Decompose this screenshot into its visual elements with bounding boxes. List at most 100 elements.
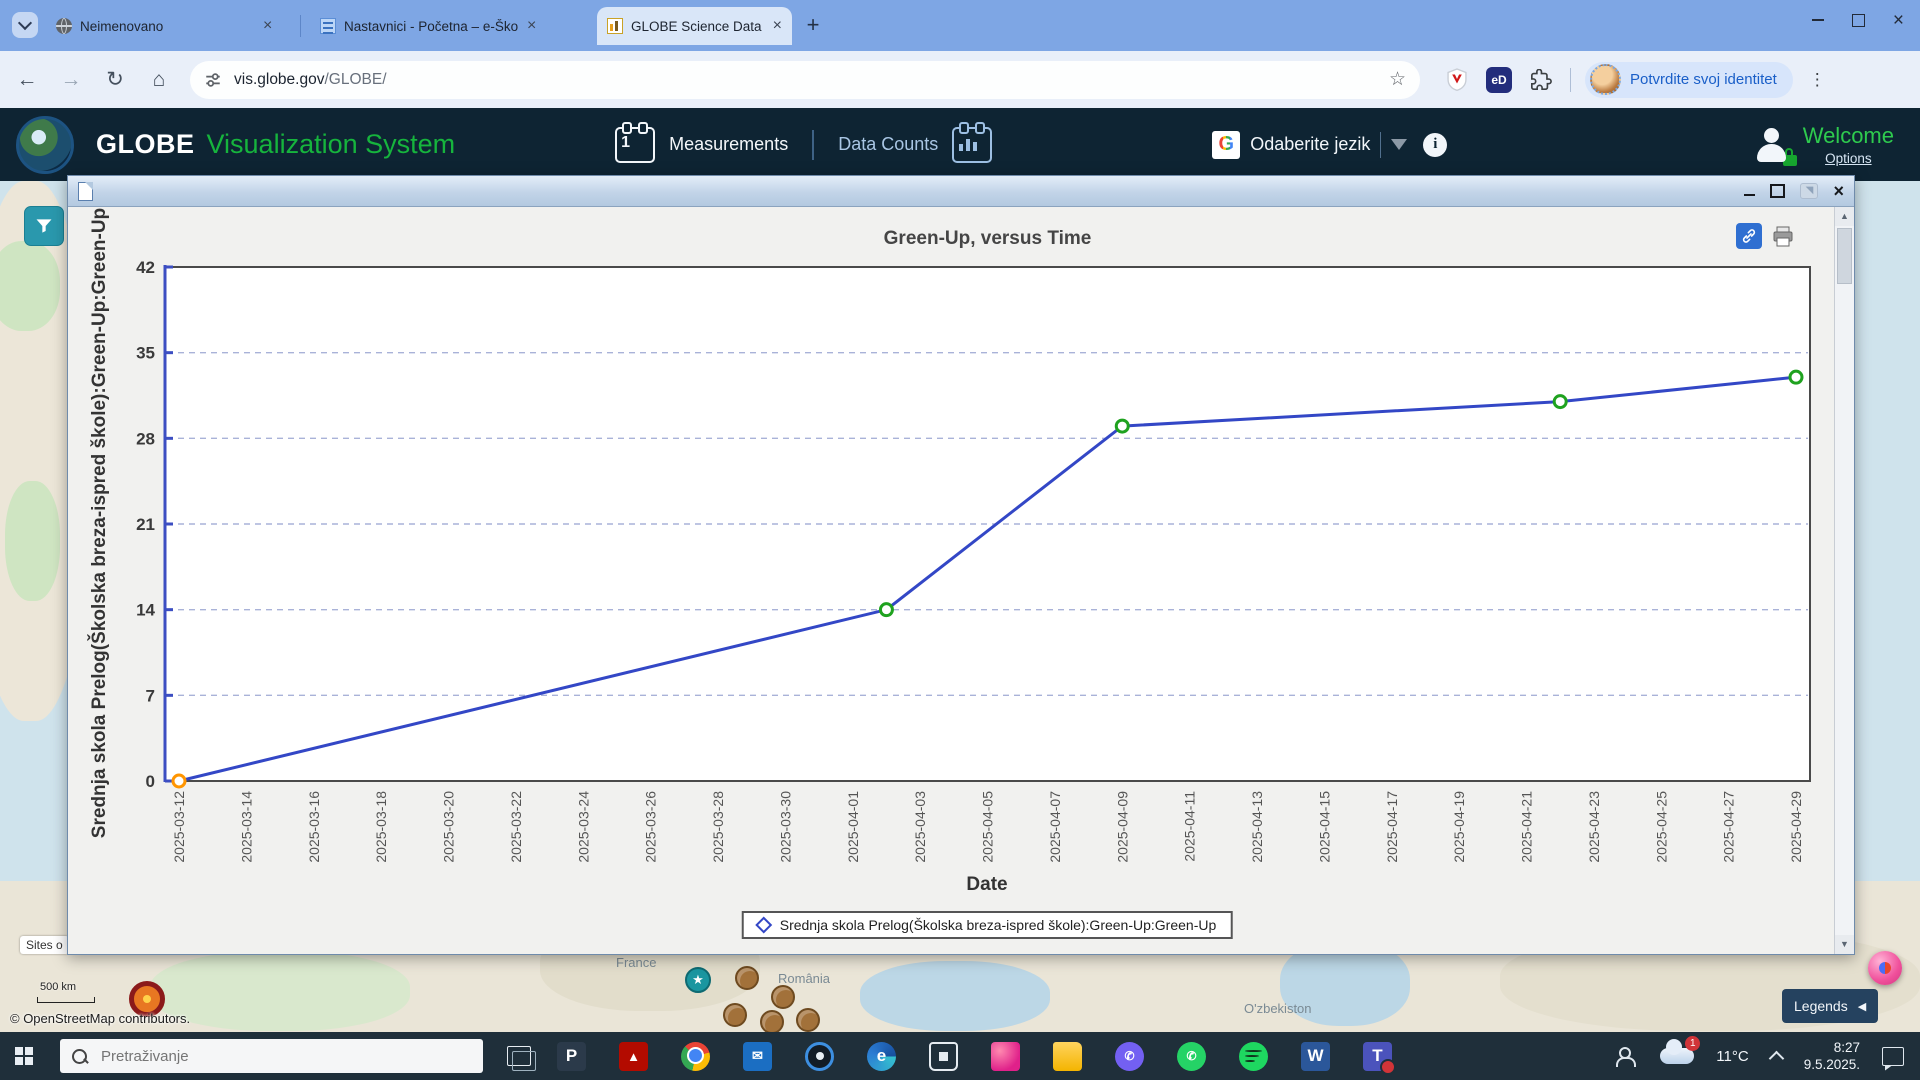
x-axis-label: Date: [966, 874, 1007, 896]
scrollbar-thumb[interactable]: [1837, 228, 1852, 284]
x-tick-label: 2025-03-24: [575, 791, 591, 863]
x-tick-label: 2025-04-09: [1114, 791, 1130, 863]
tab-globe-vis-active[interactable]: GLOBE Science Data Visualizatio ×: [597, 7, 792, 45]
window-minimize-icon[interactable]: [1744, 194, 1755, 197]
window-scrollbar[interactable]: ▲ ▼: [1834, 207, 1854, 954]
chart-plot: 0714212835422025-03-122025-03-142025-03-…: [68, 207, 1836, 955]
x-tick-label: 2025-03-16: [306, 791, 322, 863]
user-unlocked-icon[interactable]: [1755, 128, 1789, 162]
new-tab-button[interactable]: +: [800, 13, 826, 39]
word-icon[interactable]: W: [1301, 1042, 1330, 1071]
options-link[interactable]: Options: [1803, 151, 1894, 166]
reload-button[interactable]: ↻: [98, 63, 132, 97]
tray-expand-icon[interactable]: [1768, 1050, 1784, 1066]
windows-logo-icon: [15, 1047, 33, 1065]
window-maximize-icon[interactable]: [1770, 184, 1785, 198]
maximize-icon[interactable]: [1852, 14, 1865, 27]
data-counts-calendar-icon[interactable]: [952, 127, 992, 163]
map-cluster-marker[interactable]: [735, 966, 759, 990]
browser-menu-icon[interactable]: ⋮: [1809, 70, 1826, 90]
temperature-label[interactable]: 11°C: [1716, 1048, 1748, 1065]
teams-icon[interactable]: T: [1363, 1042, 1392, 1071]
weather-cloud-icon[interactable]: 1: [1660, 1048, 1694, 1064]
search-input[interactable]: [99, 1047, 443, 1066]
media-player-icon[interactable]: [805, 1042, 834, 1071]
whatsapp-icon[interactable]: ✆: [1177, 1042, 1206, 1071]
assistant-fab-icon[interactable]: [1868, 951, 1902, 985]
data-point-marker[interactable]: [1554, 396, 1566, 408]
globe-logo[interactable]: [16, 116, 74, 174]
language-selector[interactable]: G Odaberite jezik i: [1212, 131, 1447, 159]
mail-icon[interactable]: ✉: [743, 1042, 772, 1071]
file-explorer-icon[interactable]: [1053, 1042, 1082, 1071]
map-cluster-star-marker[interactable]: ★: [685, 967, 711, 993]
bookmark-star-icon[interactable]: ☆: [1389, 68, 1406, 91]
spotify-icon[interactable]: [1239, 1042, 1268, 1071]
profile-label: Potvrdite svoj identitet: [1630, 71, 1777, 88]
data-point-marker[interactable]: [880, 604, 892, 616]
map-cluster-marker[interactable]: [723, 1003, 747, 1027]
y-tick-label: 14: [136, 601, 155, 620]
nav-data-counts[interactable]: Data Counts: [838, 134, 938, 155]
minimize-icon[interactable]: [1812, 19, 1824, 21]
tab-close-icon[interactable]: ×: [527, 18, 536, 34]
welcome-label: Welcome: [1803, 123, 1894, 149]
tab-close-icon[interactable]: ×: [773, 18, 782, 34]
edge-icon[interactable]: e: [867, 1042, 896, 1071]
action-center-icon[interactable]: [1882, 1047, 1904, 1066]
globe-nav: 1 Measurements Data Counts: [615, 127, 992, 163]
close-icon[interactable]: ×: [1893, 11, 1904, 30]
tab-eskole[interactable]: Nastavnici - Početna – e-Škole ×: [310, 7, 590, 45]
data-point-marker[interactable]: [173, 775, 185, 787]
scroll-up-icon[interactable]: ▲: [1835, 207, 1854, 226]
tab-neimenovano[interactable]: Neimenovano ×: [46, 7, 291, 45]
clock[interactable]: 8:27 9.5.2025.: [1804, 1039, 1860, 1073]
x-tick-label: 2025-04-07: [1047, 791, 1063, 863]
start-button[interactable]: [0, 1032, 48, 1080]
home-button[interactable]: ⌂: [142, 63, 176, 97]
window-close-icon[interactable]: ×: [1833, 183, 1844, 199]
map-cluster-marker[interactable]: [796, 1008, 820, 1032]
map-cluster-marker[interactable]: [771, 985, 795, 1009]
forward-button[interactable]: →: [54, 63, 88, 97]
weather-badge: 1: [1685, 1036, 1700, 1051]
data-point-marker[interactable]: [1116, 420, 1128, 432]
chart-window-titlebar[interactable]: ◥ ×: [68, 176, 1854, 207]
info-icon[interactable]: i: [1423, 133, 1447, 157]
photos-icon[interactable]: [991, 1042, 1020, 1071]
tab-close-icon[interactable]: ×: [263, 18, 272, 34]
address-bar[interactable]: vis.globe.gov/GLOBE/ ☆: [190, 61, 1420, 99]
extensions-puzzle-icon[interactable]: [1530, 69, 1552, 91]
language-dropdown-icon[interactable]: [1391, 139, 1407, 150]
tab-search-button[interactable]: [12, 12, 38, 38]
scroll-down-icon[interactable]: ▼: [1835, 935, 1854, 954]
x-tick-label: 2025-03-18: [373, 791, 389, 863]
sites-chip[interactable]: Sites o: [20, 936, 69, 954]
antivirus-shield-icon[interactable]: [1446, 68, 1468, 92]
back-button[interactable]: ←: [10, 63, 44, 97]
profile-chip[interactable]: Potvrdite svoj identitet: [1585, 62, 1793, 98]
task-view-icon[interactable]: [507, 1046, 531, 1066]
window-popout-icon[interactable]: ◥: [1800, 183, 1818, 199]
map-filter-button[interactable]: [24, 206, 64, 246]
nav-measurements[interactable]: Measurements: [669, 134, 788, 155]
data-point-marker[interactable]: [1790, 371, 1802, 383]
map-cluster-marker[interactable]: [760, 1010, 784, 1034]
x-tick-label: 2025-03-26: [643, 791, 659, 863]
taskbar-search[interactable]: [60, 1039, 483, 1073]
store-icon[interactable]: [929, 1042, 958, 1071]
measurements-calendar-icon[interactable]: 1: [615, 127, 655, 163]
x-tick-label: 2025-04-13: [1249, 791, 1265, 863]
y-tick-label: 0: [146, 772, 155, 791]
ed-extension-icon[interactable]: eD: [1486, 67, 1512, 93]
taskbar: P ▲ ✉ e ✆ ✆ W T 1 11°C 8:27 9.5.2025.: [0, 1032, 1920, 1080]
notification-badge: [1380, 1059, 1396, 1075]
app-p-icon[interactable]: P: [557, 1042, 586, 1071]
viber-icon[interactable]: ✆: [1115, 1042, 1144, 1071]
legends-button[interactable]: Legends ◀: [1782, 989, 1878, 1023]
chrome-icon[interactable]: [681, 1042, 710, 1071]
people-icon[interactable]: [1616, 1047, 1638, 1065]
site-settings-icon[interactable]: [204, 71, 222, 89]
chart-legend[interactable]: Srednja skola Prelog(Školska breza-ispre…: [742, 911, 1233, 939]
acrobat-icon[interactable]: ▲: [619, 1042, 648, 1071]
